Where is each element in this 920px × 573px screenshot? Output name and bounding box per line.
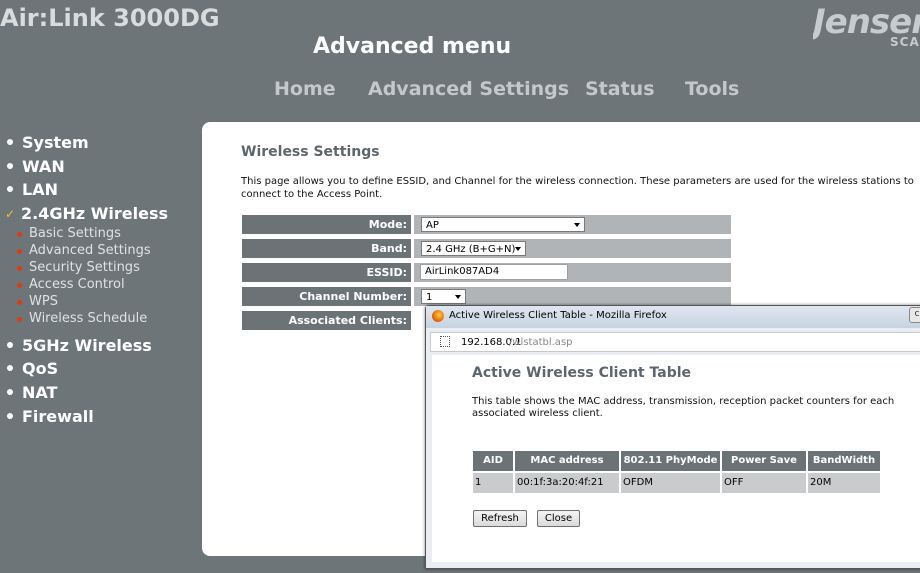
dropdown-arrow-icon bbox=[574, 223, 580, 227]
channel-number-row: 1 bbox=[414, 287, 731, 306]
sidebar-item-label: System bbox=[22, 133, 89, 152]
sidebar-sub-label: Advanced Settings bbox=[29, 243, 151, 258]
brand-title: Air:Link 3000DG bbox=[0, 4, 220, 32]
sidebar-sub-label: WPS bbox=[29, 294, 58, 309]
logo: Jensen SCA bbox=[813, 2, 920, 50]
table-cell-mac-address: 00:1f:3a:20:4f:21 bbox=[515, 473, 619, 493]
sidebar-sub-advanced-settings[interactable]: Advanced Settings bbox=[17, 243, 151, 258]
essid-label: ESSID: bbox=[242, 263, 411, 282]
column-header-bandwidth: BandWidth bbox=[808, 451, 880, 471]
sidebar-sub-label: Access Control bbox=[29, 277, 125, 292]
bullet-icon bbox=[7, 389, 13, 395]
window-close-icon[interactable]: c bbox=[909, 307, 920, 323]
sidebar-item-2-4ghz-wireless[interactable]: ✓ 2.4GHz Wireless bbox=[5, 204, 168, 223]
page-icon bbox=[440, 336, 450, 347]
wireless-settings-description: This page allows you to define ESSID, an… bbox=[241, 176, 914, 200]
channel-number-select[interactable]: 1 bbox=[421, 289, 466, 304]
table-cell-phymode: OFDM bbox=[621, 473, 720, 493]
bullet-icon bbox=[7, 163, 13, 169]
url-path: /wlstatbl.asp bbox=[509, 337, 573, 348]
band-select[interactable]: 2.4 GHz (B+G+N) bbox=[421, 241, 526, 256]
sidebar-item-label: 2.4GHz Wireless bbox=[21, 204, 169, 223]
table-cell-bandwidth: 20M bbox=[808, 473, 880, 493]
sidebar-item-system[interactable]: System bbox=[7, 133, 89, 152]
page-heading: Advanced menu bbox=[313, 34, 512, 59]
sidebar-sub-label: Wireless Schedule bbox=[29, 311, 148, 326]
window-title: Active Wireless Client Table - Mozilla F… bbox=[449, 310, 667, 321]
channel-number-label: Channel Number: bbox=[242, 287, 411, 306]
nav-status[interactable]: Status bbox=[585, 78, 655, 100]
sidebar-item-label: NAT bbox=[22, 383, 58, 402]
essid-input[interactable]: AirLink087AD4 bbox=[420, 264, 568, 280]
associated-clients-label: Associated Clients: bbox=[242, 311, 411, 330]
sidebar-item-5ghz-wireless[interactable]: 5GHz Wireless bbox=[7, 336, 152, 355]
table-cell-aid: 1 bbox=[473, 473, 513, 493]
sidebar-item-label: Firewall bbox=[22, 407, 94, 426]
firefox-icon bbox=[432, 310, 444, 322]
sidebar-sub-security-settings[interactable]: Security Settings bbox=[17, 260, 140, 275]
column-header-mac-address: MAC address bbox=[515, 451, 619, 471]
column-header-aid: AID bbox=[473, 451, 513, 471]
essid-row: AirLink087AD4 bbox=[414, 263, 731, 282]
wireless-settings-title: Wireless Settings bbox=[241, 144, 380, 160]
sidebar-item-label: LAN bbox=[22, 180, 58, 199]
band-select-value: 2.4 GHz (B+G+N) bbox=[426, 244, 516, 255]
channel-select-value: 1 bbox=[426, 292, 433, 303]
mode-select-value: AP bbox=[426, 220, 439, 231]
sidebar-item-lan[interactable]: LAN bbox=[7, 180, 58, 199]
dropdown-arrow-icon bbox=[515, 247, 521, 251]
sidebar-item-wan[interactable]: WAN bbox=[7, 157, 65, 176]
sidebar-item-qos[interactable]: QoS bbox=[7, 359, 58, 378]
mode-label: Mode: bbox=[242, 215, 411, 234]
mode-row: AP bbox=[414, 215, 731, 234]
close-button[interactable]: Close bbox=[537, 510, 580, 527]
sidebar-sub-wps[interactable]: WPS bbox=[17, 294, 58, 309]
nav-home[interactable]: Home bbox=[274, 78, 336, 100]
bullet-icon bbox=[7, 139, 13, 145]
bullet-icon bbox=[7, 186, 13, 192]
column-header-power-save: Power Save bbox=[722, 451, 806, 471]
sidebar-item-label: WAN bbox=[22, 157, 65, 176]
red-dot-icon bbox=[17, 249, 22, 254]
table-cell-power-save: OFF bbox=[722, 473, 806, 493]
sidebar-item-firewall[interactable]: Firewall bbox=[7, 407, 94, 426]
band-row: 2.4 GHz (B+G+N) bbox=[414, 239, 731, 258]
mode-select[interactable]: AP bbox=[421, 217, 585, 232]
sidebar-item-nat[interactable]: NAT bbox=[7, 383, 57, 402]
nav-advanced-settings[interactable]: Advanced Settings bbox=[368, 78, 569, 100]
red-dot-icon bbox=[17, 317, 22, 322]
red-dot-icon bbox=[17, 283, 22, 288]
sidebar-sub-label: Basic Settings bbox=[29, 226, 121, 241]
column-header-phymode: 802.11 PhyMode bbox=[621, 451, 720, 471]
logo-subtext: SCA bbox=[890, 35, 920, 49]
checkmark-icon: ✓ bbox=[5, 207, 16, 221]
sidebar-item-label: 5GHz Wireless bbox=[22, 336, 152, 355]
red-dot-icon bbox=[17, 266, 22, 271]
sidebar-item-label: QoS bbox=[22, 359, 59, 378]
red-dot-icon bbox=[17, 300, 22, 305]
sidebar-sub-basic-settings[interactable]: Basic Settings bbox=[17, 226, 121, 241]
sidebar-sub-label: Security Settings bbox=[29, 260, 140, 275]
nav-tools[interactable]: Tools bbox=[685, 78, 739, 100]
sidebar-sub-access-control[interactable]: Access Control bbox=[17, 277, 125, 292]
bullet-icon bbox=[7, 365, 13, 371]
bullet-icon bbox=[7, 413, 13, 419]
refresh-button[interactable]: Refresh bbox=[473, 510, 527, 527]
dropdown-arrow-icon bbox=[455, 295, 461, 299]
bullet-icon bbox=[7, 342, 13, 348]
band-label: Band: bbox=[242, 239, 411, 258]
sidebar-sub-wireless-schedule[interactable]: Wireless Schedule bbox=[17, 311, 147, 326]
client-table-title: Active Wireless Client Table bbox=[472, 365, 692, 381]
red-dot-icon bbox=[17, 232, 22, 237]
client-table-description: This table shows the MAC address, transm… bbox=[472, 396, 895, 419]
